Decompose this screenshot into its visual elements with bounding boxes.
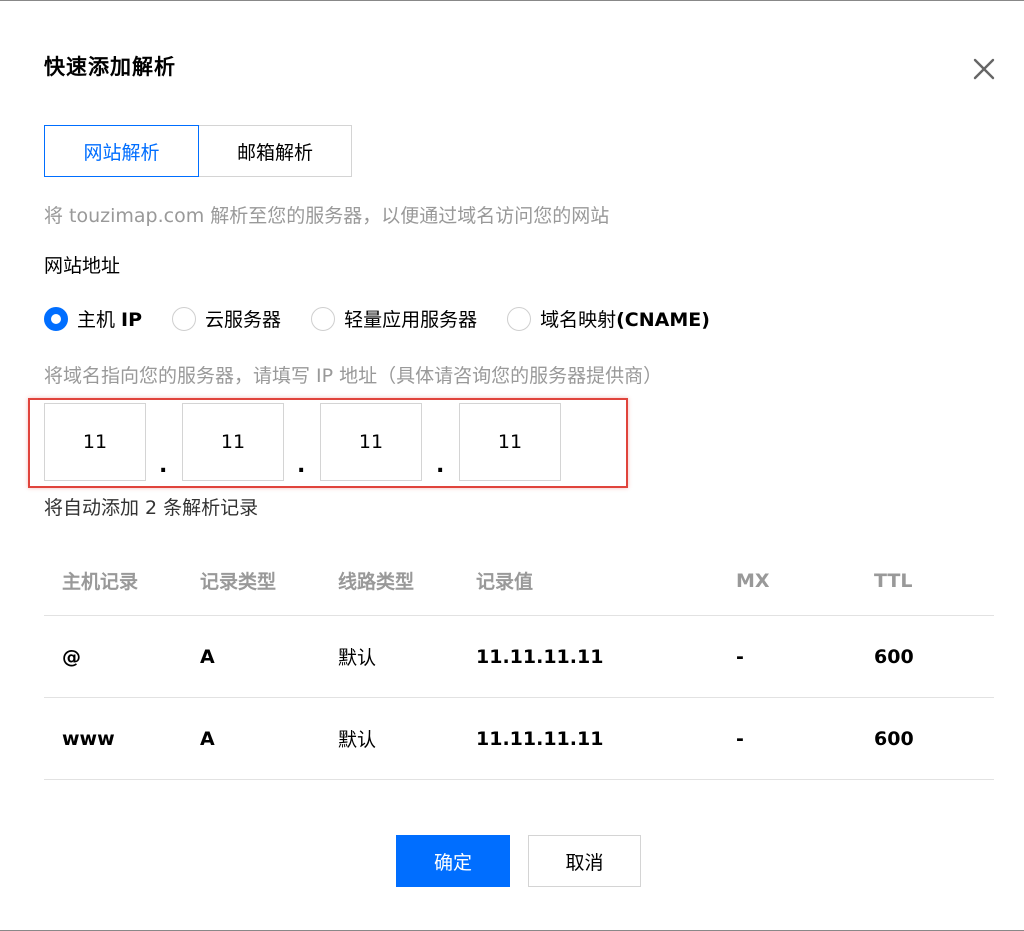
radio-host-ip[interactable]: 主机 IP [44,305,142,332]
radio-cloud-server[interactable]: 云服务器 [172,305,281,332]
ip-hint: 将域名指向您的服务器，请填写 IP 地址（具体请咨询您的服务器提供商） [44,365,663,387]
website-address-label: 网站地址 [44,255,121,277]
radio-checked-icon [44,306,68,331]
ip-separator: . [436,453,445,478]
table-header-row: 主机记录 记录类型 线路类型 记录值 MX TTL [44,546,994,616]
dialog-title: 快速添加解析 [44,55,176,79]
table-row: @ A 默认 11.11.11.11 - 600 [44,616,994,698]
records-count-note: 将自动添加 2 条解析记录 [44,497,259,519]
header-host-record: 主机记录 [62,571,139,593]
radio-lightweight-server[interactable]: 轻量应用服务器 [311,305,477,332]
cell-line-type: 默认 [338,647,377,669]
header-mx: MX [736,569,770,592]
tab-email-resolution[interactable]: 邮箱解析 [199,125,352,177]
cell-mx: - [736,645,744,668]
cell-mx: - [736,727,744,750]
tab-website-resolution[interactable]: 网站解析 [44,125,199,177]
confirm-button[interactable]: 确定 [396,835,510,887]
resolution-tabs: 网站解析 邮箱解析 [44,125,352,177]
header-record-type: 记录类型 [200,571,277,593]
ip-separator: . [159,453,168,478]
records-table: 主机记录 记录类型 线路类型 记录值 MX TTL @ A 默认 11.11.1… [44,546,994,780]
table-row: www A 默认 11.11.11.11 - 600 [44,698,994,780]
radio-unchecked-icon [311,306,336,331]
cell-record-type: A [200,645,215,668]
radio-label: 域名映射(CNAME) [540,309,710,331]
ip-octet-input-4[interactable]: 11 [459,403,561,481]
radio-cname[interactable]: 域名映射(CNAME) [507,305,710,332]
radio-label: 主机 IP [77,309,143,331]
header-record-value: 记录值 [476,571,534,593]
cancel-button[interactable]: 取消 [528,835,641,887]
cell-ttl: 600 [874,645,914,668]
add-resolution-dialog: 快速添加解析 网站解析 邮箱解析 将 touzimap.com 解析至您的服务器… [0,0,1024,931]
radio-label: 轻量应用服务器 [344,309,478,331]
cell-record-value: 11.11.11.11 [476,645,604,668]
ip-octet-input-2[interactable]: 11 [182,403,284,481]
address-type-radio-group: 主机 IP 云服务器 轻量应用服务器 域名映射(CNAME) [44,305,740,332]
ip-separator: . [297,453,306,478]
cell-host-record: @ [62,645,81,668]
cell-host-record: www [62,727,115,750]
ip-octet-input-3[interactable]: 11 [320,403,422,481]
cell-record-value: 11.11.11.11 [476,727,604,750]
close-icon[interactable] [970,55,998,83]
cell-line-type: 默认 [338,729,377,751]
cell-record-type: A [200,727,215,750]
radio-label: 云服务器 [205,309,282,331]
header-ttl: TTL [874,569,913,592]
radio-unchecked-icon [172,306,197,331]
header-line-type: 线路类型 [338,571,415,593]
ip-octet-input-1[interactable]: 11 [44,403,146,481]
cell-ttl: 600 [874,727,914,750]
resolution-description: 将 touzimap.com 解析至您的服务器，以便通过域名访问您的网站 [44,205,610,227]
radio-unchecked-icon [507,306,532,331]
